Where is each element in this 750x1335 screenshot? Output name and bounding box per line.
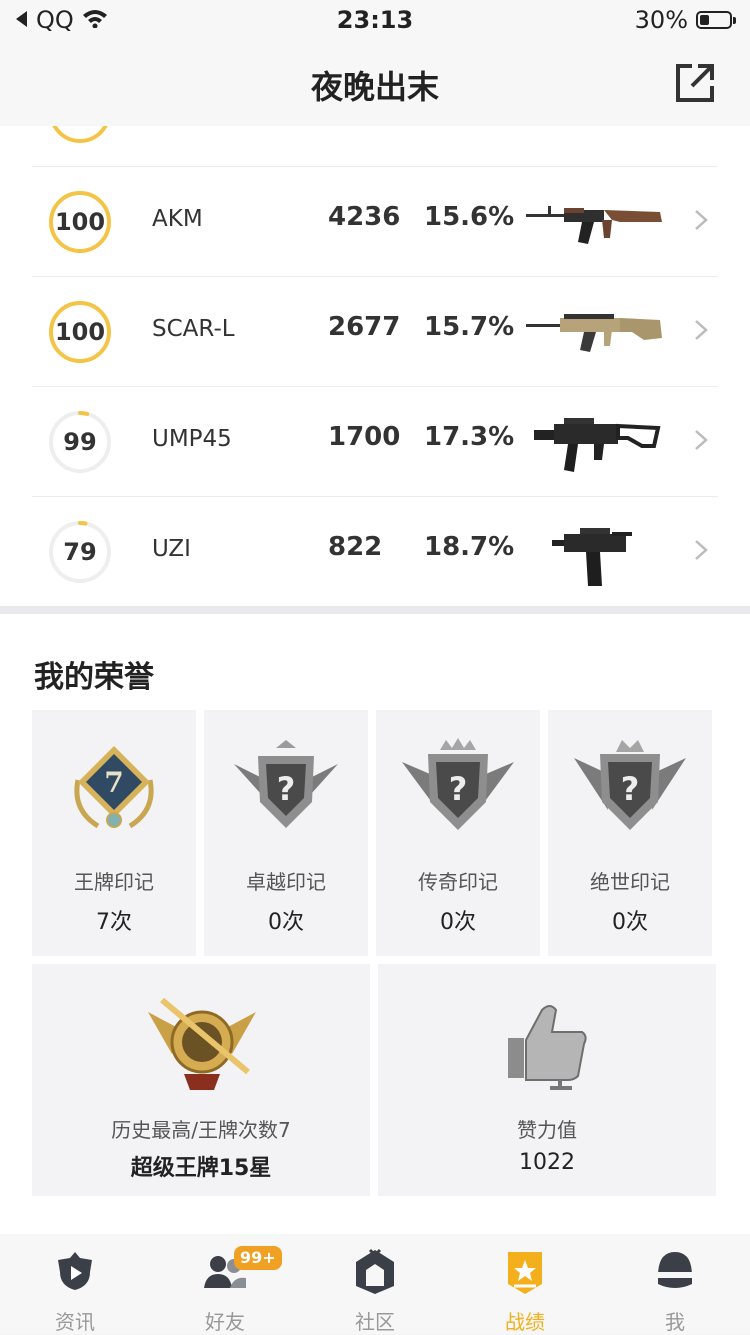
chevron-right-icon <box>695 210 708 230</box>
honor-section: 我的荣誉 7 王牌印记 7次 ? 卓越印记 0次 ? 传奇印记 0次 ? 绝世印… <box>0 614 750 1234</box>
likes-card[interactable]: 赞力值 1022 <box>378 964 716 1196</box>
tab-friends[interactable]: 99+ 好友 <box>150 1234 300 1334</box>
highest-tier-card[interactable]: 历史最高/王牌次数7 超级王牌15星 <box>32 964 370 1196</box>
weapon-score: 99 <box>63 428 97 456</box>
tab-news[interactable]: 资讯 <box>0 1234 150 1334</box>
mark-label: 传奇印记 <box>418 870 498 894</box>
profile-icon <box>658 1252 692 1288</box>
uzi-smg-icon <box>552 528 632 586</box>
mark-card[interactable]: 7 王牌印记 7次 <box>32 710 196 956</box>
tab-label: 好友 <box>205 1310 245 1334</box>
weapon-mastery-ring <box>52 126 108 143</box>
tab-label: 我 <box>665 1310 685 1334</box>
weapon-name: UZI <box>152 536 191 562</box>
likes-value: 1022 <box>519 1150 575 1175</box>
honor-title: 我的荣誉 <box>34 660 154 695</box>
battery-percent: 30% <box>634 6 688 34</box>
share-icon[interactable] <box>674 62 716 104</box>
mark-count: 7次 <box>96 910 132 935</box>
weapon-row[interactable]: 79 UZI 822 18.7% <box>32 496 718 606</box>
tab-label: 资讯 <box>55 1310 95 1334</box>
ace-mark-badge-icon: 7 <box>74 746 154 829</box>
weapon-row[interactable]: 100 SCAR-L 2677 15.7% <box>32 276 718 387</box>
unrivaled-mark-badge-icon: ? <box>574 740 686 830</box>
tab-record[interactable]: 战绩 <box>450 1234 600 1334</box>
battery-icon <box>696 11 736 29</box>
ump45-smg-icon <box>534 418 661 472</box>
weapon-mastery-ring: 79 <box>48 520 112 584</box>
thumbs-up-icon <box>508 1005 587 1090</box>
section-divider <box>0 606 750 614</box>
weapon-row[interactable]: 99 UMP45 1700 17.3% <box>32 386 718 497</box>
nav-bar: 夜晚出末 <box>0 40 750 126</box>
akm-rifle-icon <box>526 206 662 244</box>
mark-count: 0次 <box>268 910 304 935</box>
excellence-mark-badge-icon: ? <box>234 740 338 828</box>
status-right: 30% <box>634 6 736 34</box>
weapon-row[interactable]: 100 AKM 4236 15.6% <box>32 166 718 277</box>
weapon-score: 100 <box>54 208 106 236</box>
community-icon <box>356 1248 394 1294</box>
weapon-kills: 4236 <box>328 202 401 232</box>
mark-card[interactable]: ? 卓越印记 0次 <box>204 710 368 956</box>
weapon-mastery-ring: 99 <box>48 410 112 474</box>
weapon-kills: 2677 <box>328 312 401 342</box>
weapon-mastery-ring: 100 <box>48 190 112 254</box>
mark-card[interactable]: ? 绝世印记 0次 <box>548 710 712 956</box>
record-icon <box>508 1252 542 1294</box>
scar-rifle-icon <box>526 314 662 352</box>
mark-label: 卓越印记 <box>246 870 326 894</box>
tab-community[interactable]: 社区 <box>300 1234 450 1334</box>
ace-mark-number: 7 <box>104 766 123 799</box>
mark-count: 0次 <box>612 910 648 935</box>
mark-label: 王牌印记 <box>74 870 154 894</box>
weapon-name: UMP45 <box>152 426 232 452</box>
weapon-rate: 17.3% <box>424 422 515 452</box>
highest-tier-value: 超级王牌15星 <box>130 1156 272 1181</box>
weapon-score: 100 <box>54 318 106 346</box>
chevron-right-icon <box>695 430 708 450</box>
svg-text:?: ? <box>277 770 296 808</box>
mark-card[interactable]: ? 传奇印记 0次 <box>376 710 540 956</box>
friends-badge: 99+ <box>234 1246 282 1270</box>
legend-mark-badge-icon: ? <box>402 738 514 830</box>
weapon-rate: 15.7% <box>424 312 515 342</box>
tab-bar: 资讯 99+ 好友 社区 战绩 我 <box>0 1234 750 1334</box>
weapon-rate: 18.7% <box>424 532 515 562</box>
news-icon <box>58 1252 92 1290</box>
weapon-score: 79 <box>63 538 97 566</box>
tab-label: 战绩 <box>505 1310 545 1334</box>
page-title: 夜晚出末 <box>310 68 439 106</box>
svg-text:?: ? <box>449 770 468 808</box>
weapon-name: SCAR-L <box>152 316 235 342</box>
weapon-rate: 15.6% <box>424 202 515 232</box>
weapon-row-partial[interactable] <box>32 126 718 167</box>
highest-tier-label: 历史最高/王牌次数7 <box>111 1118 291 1142</box>
tab-profile[interactable]: 我 <box>600 1234 750 1334</box>
likes-label: 赞力值 <box>517 1118 577 1142</box>
weapon-kills: 822 <box>328 532 383 562</box>
chevron-right-icon <box>695 540 708 560</box>
chevron-right-icon <box>695 320 708 340</box>
ace-rank-emblem-icon <box>148 997 256 1090</box>
weapon-name: AKM <box>152 206 203 232</box>
weapon-mastery-ring: 100 <box>48 300 112 364</box>
tab-label: 社区 <box>355 1310 395 1334</box>
mark-label: 绝世印记 <box>590 870 670 894</box>
status-bar: QQ 23:13 30% <box>0 0 750 40</box>
weapon-list: 100 AKM 4236 15.6% 100 SCAR-L 2677 15.7% <box>0 126 750 606</box>
mark-count: 0次 <box>440 910 476 935</box>
weapon-kills: 1700 <box>328 422 401 452</box>
svg-text:?: ? <box>621 770 640 808</box>
